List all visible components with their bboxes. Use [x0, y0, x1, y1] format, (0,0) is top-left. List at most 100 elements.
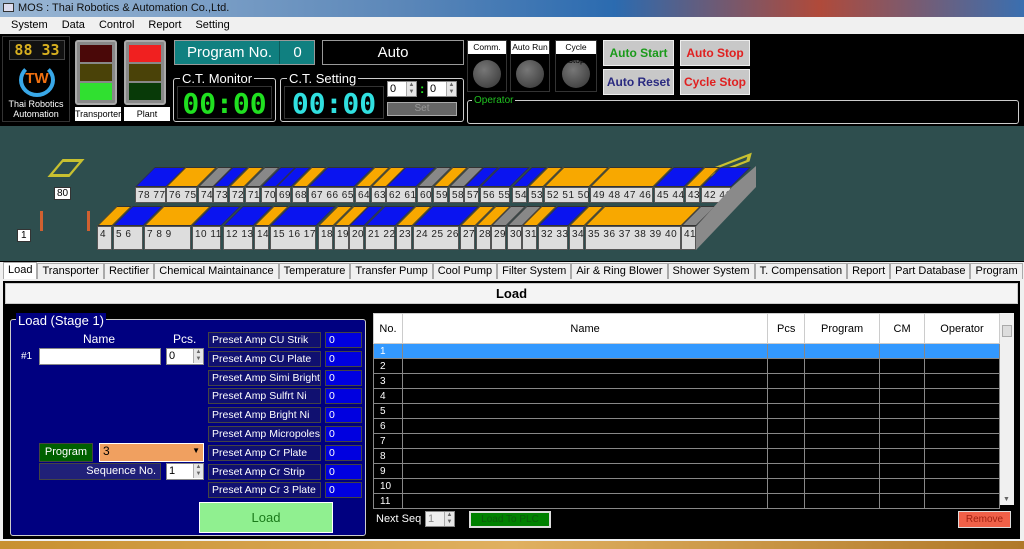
tank[interactable]: 18 [318, 226, 333, 250]
tank[interactable]: 56 55 [480, 187, 510, 203]
tab-transfer-pump[interactable]: Transfer Pump [350, 263, 433, 279]
tank[interactable]: 57 [464, 187, 479, 203]
tank[interactable]: 49 48 47 46 [590, 187, 653, 203]
tank[interactable]: 29 [491, 226, 506, 250]
menu-control[interactable]: Control [99, 19, 134, 32]
ct-minute-stepper[interactable]: 0 ▲ ▼ [387, 81, 417, 97]
table-row[interactable]: 8 [373, 448, 1000, 464]
tank[interactable]: 68 [292, 187, 307, 203]
auto-reset-button[interactable]: Auto Reset [603, 69, 674, 95]
preset-value[interactable]: 0 [325, 350, 362, 367]
preset-value[interactable]: 0 [325, 426, 362, 442]
remove-button[interactable]: Remove [958, 511, 1011, 528]
tab-report[interactable]: Report [847, 263, 891, 279]
tank[interactable]: 12 13 [223, 226, 253, 250]
tank[interactable]: 71 [245, 187, 260, 203]
preset-value[interactable]: 0 [325, 463, 362, 480]
tank[interactable]: 24 25 26 [413, 226, 459, 250]
tank[interactable]: 64 [355, 187, 370, 203]
auto-stop-button[interactable]: Auto Stop [680, 40, 750, 66]
column-header[interactable]: Pcs [767, 313, 806, 344]
preset-value[interactable]: 0 [325, 407, 362, 424]
tank[interactable]: 27 [460, 226, 475, 250]
tank[interactable]: 52 51 50 [544, 187, 589, 203]
tab-part-database[interactable]: Part Database [890, 263, 971, 279]
program-label-button[interactable]: Program [39, 443, 93, 462]
tank[interactable]: 62 61 [386, 187, 416, 203]
preset-value[interactable]: 0 [325, 369, 362, 386]
tank[interactable]: 43 [685, 187, 700, 203]
program-select[interactable]: 3 ▼ [99, 443, 204, 462]
pcs-stepper[interactable]: 0 ▲ ▼ [166, 348, 204, 365]
tank[interactable]: 41 [681, 226, 696, 250]
tank[interactable]: 53 [528, 187, 543, 203]
tank[interactable]: 70 [261, 187, 276, 203]
tab-t-compensation[interactable]: T. Compensation [754, 263, 848, 279]
auto-start-button[interactable]: Auto Start [603, 40, 674, 66]
table-row[interactable]: 10 [373, 478, 1000, 494]
tank[interactable]: 67 66 65 [308, 187, 354, 203]
table-row[interactable]: 7 [373, 433, 1000, 449]
table-row[interactable]: 3 [373, 373, 1000, 389]
tank[interactable]: 72 [229, 187, 244, 203]
tank[interactable]: 31 [522, 226, 537, 250]
tank[interactable]: 73 [213, 187, 228, 203]
tab-filter-system[interactable]: Filter System [497, 263, 572, 279]
tab-transporter[interactable]: Transporter [37, 263, 104, 279]
tank[interactable]: 34 [569, 226, 584, 250]
table-row[interactable]: 9 [373, 463, 1000, 479]
column-header[interactable]: CM [879, 313, 926, 344]
preset-value[interactable]: 0 [325, 444, 362, 461]
table-row[interactable]: 11 [373, 493, 1000, 509]
next-seq-stepper[interactable]: 1 ▲ ▼ [425, 511, 455, 527]
tab-chemical-maintainance[interactable]: Chemical Maintainance [154, 263, 279, 279]
column-header[interactable]: No. [373, 313, 403, 344]
menu-data[interactable]: Data [62, 19, 85, 32]
tank[interactable]: 63 [371, 187, 386, 203]
ct-second-stepper[interactable]: 0 ▲ ▼ [427, 81, 457, 97]
tank[interactable]: 54 [512, 187, 527, 203]
cycle-stop-button[interactable]: Cycle Stop [680, 69, 750, 95]
load-to-plc-button[interactable]: Load To PLC [469, 511, 551, 528]
tank[interactable]: 76 75 [166, 187, 197, 203]
tank[interactable]: 58 [449, 187, 464, 203]
column-header[interactable]: Name [401, 313, 769, 344]
tank[interactable]: 15 16 17 [270, 226, 316, 250]
load-button[interactable]: Load [199, 502, 333, 533]
tank[interactable]: 19 [334, 226, 349, 250]
tank[interactable]: 30 [507, 226, 522, 250]
tank[interactable]: 59 [433, 187, 448, 203]
column-header[interactable]: Operator [924, 313, 1000, 344]
tank[interactable]: 28 [476, 226, 491, 250]
tab-rectifier[interactable]: Rectifier [103, 263, 155, 279]
preset-value[interactable]: 0 [325, 388, 362, 405]
tab-program[interactable]: Program [970, 263, 1023, 279]
tank[interactable]: 35 36 37 38 39 40 [585, 226, 681, 250]
menu-system[interactable]: System [11, 19, 48, 32]
menu-setting[interactable]: Setting [195, 19, 229, 32]
tab-load[interactable]: Load [3, 262, 38, 279]
tank[interactable]: 10 11 [192, 226, 221, 250]
table-scrollbar[interactable]: ▼ [1000, 313, 1014, 505]
tank[interactable]: 14 [254, 226, 269, 250]
set-button[interactable]: Set [387, 102, 457, 116]
tank[interactable]: 69 [276, 187, 291, 203]
tab-air-ring-blower[interactable]: Air & Ring Blower [571, 263, 668, 279]
table-row[interactable]: 2 [373, 358, 1000, 374]
tank[interactable]: 5 6 [113, 226, 143, 250]
tank[interactable]: 45 44 [654, 187, 684, 203]
tank[interactable]: 32 33 [538, 226, 568, 250]
tank[interactable]: 21 22 [365, 226, 395, 250]
table-row[interactable]: 1 [373, 343, 1000, 359]
tank[interactable]: 4 [97, 226, 112, 250]
tank[interactable]: 23 [396, 226, 412, 250]
tank[interactable]: 20 [349, 226, 364, 250]
tank[interactable]: 7 8 9 [144, 226, 191, 250]
menu-report[interactable]: Report [148, 19, 181, 32]
preset-value[interactable]: 0 [325, 332, 362, 348]
table-row[interactable]: 5 [373, 403, 1000, 419]
tank[interactable]: 60 [417, 187, 432, 203]
tank[interactable]: 74 [198, 187, 213, 203]
table-row[interactable]: 6 [373, 418, 1000, 434]
table-row[interactable]: 4 [373, 388, 1000, 404]
